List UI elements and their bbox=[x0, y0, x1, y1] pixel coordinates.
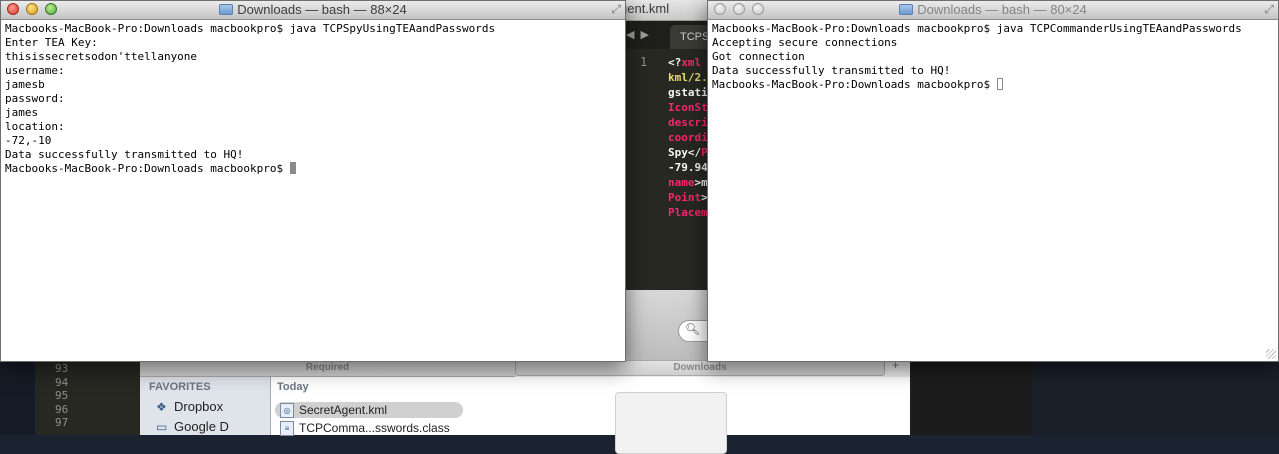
code-line: Point> bbox=[668, 190, 708, 205]
terminal-output[interactable]: Macbooks-MacBook-Pro:Downloads macbookpr… bbox=[712, 22, 1274, 359]
file-row[interactable]: ◎ SecretAgent.kml bbox=[275, 402, 463, 418]
file-list-header: Today bbox=[277, 381, 309, 393]
finder-sidebar: FAVORITES ❖ Dropbox ▭ Google D bbox=[140, 377, 270, 435]
editor-line-number: 1 bbox=[640, 55, 648, 69]
fullscreen-icon[interactable]: ⤢ bbox=[1264, 2, 1274, 17]
file-name: SecretAgent.kml bbox=[299, 403, 388, 417]
code-line: IconSt bbox=[668, 100, 708, 115]
gutter-line-number: 95 bbox=[55, 389, 69, 402]
gutter-line-number: 96 bbox=[55, 402, 69, 416]
terminal-line: -72,-10 bbox=[5, 134, 52, 147]
code-line: gstati bbox=[668, 85, 708, 100]
code-token: kml/2. bbox=[668, 71, 708, 84]
terminal-line: Enter TEA Key: bbox=[5, 36, 98, 49]
terminal-output[interactable]: Macbooks-MacBook-Pro:Downloads macbookpr… bbox=[5, 22, 621, 359]
code-token: gstati bbox=[668, 86, 708, 99]
terminal-line: Got connection bbox=[712, 50, 805, 63]
gutter-line-number: 97 bbox=[55, 416, 69, 429]
window-title-text: Downloads — bash — 80×24 bbox=[917, 2, 1087, 17]
terminal-line: location: bbox=[5, 120, 65, 133]
editor-title: gent.kml bbox=[620, 1, 670, 16]
commander-terminal-window[interactable]: Downloads — bash — 80×24 ⤢ Macbooks-MacB… bbox=[707, 0, 1279, 362]
terminal-line: Macbooks-MacBook-Pro:Downloads macbookpr… bbox=[712, 22, 1242, 35]
code-line: Spy</P bbox=[668, 145, 708, 160]
code-token: descri bbox=[668, 116, 708, 129]
code-line: descri bbox=[668, 115, 708, 130]
sidebar-item-label: Google D bbox=[174, 419, 229, 434]
resize-grip-icon[interactable] bbox=[1266, 349, 1276, 359]
dropbox-icon: ❖ bbox=[156, 400, 167, 414]
terminal-line: Macbooks-MacBook-Pro:Downloads macbookpr… bbox=[5, 22, 496, 35]
terminal-line: Data successfully transmitted to HQ! bbox=[712, 64, 951, 77]
terminal-titlebar[interactable]: Downloads — bash — 88×24 ⤢ bbox=[1, 1, 625, 20]
code-line: Placem bbox=[668, 205, 708, 220]
folder-icon: ▭ bbox=[156, 420, 168, 434]
terminal-line: Data successfully transmitted to HQ! bbox=[5, 148, 244, 161]
window-title: Downloads — bash — 88×24 bbox=[1, 1, 625, 19]
terminal-line: jamesb bbox=[5, 78, 45, 91]
sidebar-item-label: Dropbox bbox=[174, 399, 224, 414]
text-cursor bbox=[996, 78, 1003, 90]
terminal-line: james bbox=[5, 106, 39, 119]
kml-file-icon: ◎ bbox=[280, 403, 294, 418]
sidebar-item-dropbox[interactable]: ❖ Dropbox bbox=[156, 399, 223, 414]
background-panel bbox=[912, 360, 1032, 435]
terminal-titlebar[interactable]: Downloads — bash — 80×24 ⤢ bbox=[708, 1, 1278, 20]
code-token: IconSt bbox=[668, 101, 708, 114]
terminal-prompt-line[interactable]: Macbooks-MacBook-Pro:Downloads macbookpr… bbox=[712, 78, 1274, 92]
gutter-line-number: 93 bbox=[55, 362, 69, 375]
search-icon: 🔍︎ bbox=[685, 322, 701, 336]
code-token: -79.94 bbox=[668, 161, 708, 174]
terminal-prompt: Macbooks-MacBook-Pro:Downloads macbookpr… bbox=[5, 162, 290, 175]
terminal-line: Accepting secure connections bbox=[712, 36, 898, 49]
code-token: >m bbox=[694, 176, 708, 189]
code-token: Spy</ bbox=[668, 146, 702, 159]
code-line: <?xml bbox=[668, 55, 708, 70]
terminal-prompt-line[interactable]: Macbooks-MacBook-Pro:Downloads macbookpr… bbox=[5, 162, 621, 176]
fullscreen-icon[interactable]: ⤢ bbox=[611, 2, 621, 17]
code-token: Placem bbox=[668, 206, 708, 219]
editor-code-area[interactable]: <?xml kml/2. gstati IconSt descri coordi Spy<… bbox=[668, 55, 708, 220]
code-line: coordi bbox=[668, 130, 708, 145]
gutter-line-number: 94 bbox=[55, 375, 69, 389]
finder-file-list: Today ◎ SecretAgent.kml ≡ TCPComma...sswor… bbox=[270, 377, 477, 436]
file-row[interactable]: ≡ TCPComma...sswords.class bbox=[275, 420, 463, 436]
finder-pathbar-left: Required bbox=[140, 360, 515, 377]
finder-pathbar-right: Downloads bbox=[515, 360, 885, 376]
tab-nav-arrows-icon[interactable]: ◀▶ bbox=[626, 28, 655, 41]
class-file-icon: ≡ bbox=[280, 421, 294, 436]
folder-icon bbox=[899, 4, 914, 15]
terminal-line: thisissecretsodon'ttellanyone bbox=[5, 50, 198, 63]
window-title: Downloads — bash — 80×24 bbox=[708, 1, 1278, 19]
terminal-line: password: bbox=[5, 92, 65, 105]
file-name: TCPComma...sswords.class bbox=[299, 421, 450, 435]
code-line: -79.94 bbox=[668, 160, 708, 175]
spy-terminal-window[interactable]: Downloads — bash — 88×24 ⤢ Macbooks-MacB… bbox=[0, 0, 626, 362]
terminal-prompt: Macbooks-MacBook-Pro:Downloads macbookpr… bbox=[712, 78, 997, 91]
finder-preview-pane bbox=[475, 377, 910, 454]
code-token: Point bbox=[668, 191, 702, 204]
code-token: coordi bbox=[668, 131, 708, 144]
sidebar-header: FAVORITES bbox=[149, 381, 211, 393]
document-preview-icon bbox=[615, 392, 727, 454]
code-token: name bbox=[668, 176, 695, 189]
code-token: xml bbox=[681, 56, 702, 69]
code-line: kml/2. bbox=[668, 70, 708, 85]
terminal-line: username: bbox=[5, 64, 65, 77]
editor-bottom-gutter: 93 94 95 96 97 bbox=[35, 362, 140, 435]
sidebar-item-google-drive[interactable]: ▭ Google D bbox=[156, 419, 229, 434]
code-line: name>m bbox=[668, 175, 708, 190]
folder-icon bbox=[219, 4, 234, 15]
window-title-text: Downloads — bash — 88×24 bbox=[237, 2, 407, 17]
text-cursor bbox=[289, 162, 296, 174]
code-token: <? bbox=[668, 56, 682, 69]
